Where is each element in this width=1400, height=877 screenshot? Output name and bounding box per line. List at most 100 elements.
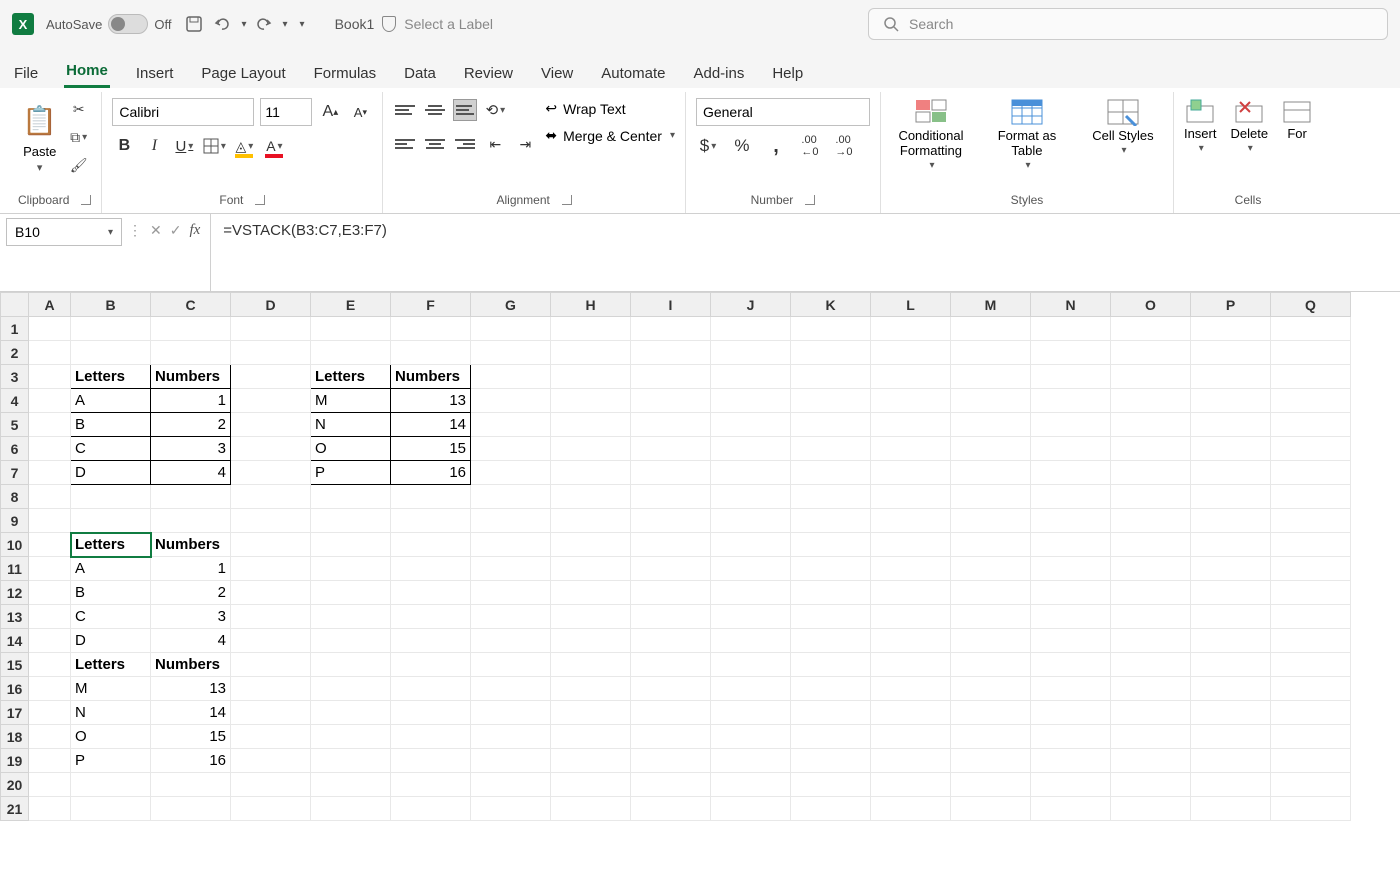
cell[interactable] (1271, 557, 1351, 581)
cell[interactable] (1191, 581, 1271, 605)
cell[interactable] (951, 461, 1031, 485)
cell[interactable] (791, 605, 871, 629)
cell[interactable] (231, 629, 311, 653)
cell[interactable] (311, 341, 391, 365)
cell[interactable] (1031, 797, 1111, 821)
cell[interactable]: Numbers (151, 365, 231, 389)
cell[interactable] (871, 653, 951, 677)
dialog-launcher-icon[interactable] (805, 195, 815, 205)
row-header[interactable]: 10 (1, 533, 29, 557)
cell[interactable] (631, 605, 711, 629)
cell[interactable] (391, 749, 471, 773)
cell[interactable] (471, 389, 551, 413)
cell[interactable]: 14 (391, 413, 471, 437)
redo-caret-icon[interactable]: ▾ (283, 19, 288, 30)
cell[interactable] (1271, 797, 1351, 821)
cell[interactable]: 13 (391, 389, 471, 413)
tab-automate[interactable]: Automate (599, 59, 667, 88)
cell[interactable] (551, 557, 631, 581)
cell[interactable] (1111, 653, 1191, 677)
cell[interactable] (711, 653, 791, 677)
cell[interactable] (1191, 701, 1271, 725)
cell[interactable] (791, 701, 871, 725)
cell[interactable]: A (71, 389, 151, 413)
cell[interactable]: C (71, 605, 151, 629)
dialog-launcher-icon[interactable] (562, 195, 572, 205)
cell[interactable] (471, 725, 551, 749)
cell[interactable] (1031, 749, 1111, 773)
cell[interactable] (711, 677, 791, 701)
column-header[interactable]: N (1031, 293, 1111, 317)
cell[interactable]: 16 (391, 461, 471, 485)
cell[interactable] (631, 389, 711, 413)
conditional-formatting-button[interactable]: Conditional Formatting▾ (891, 98, 971, 171)
cell[interactable] (1271, 653, 1351, 677)
cell[interactable] (231, 341, 311, 365)
column-header[interactable]: E (311, 293, 391, 317)
cell[interactable] (29, 437, 71, 461)
cell[interactable] (951, 389, 1031, 413)
cell[interactable] (231, 485, 311, 509)
cell[interactable]: B (71, 581, 151, 605)
cell[interactable] (791, 533, 871, 557)
font-color-button[interactable]: A▾ (262, 134, 286, 158)
cell[interactable] (471, 773, 551, 797)
cell[interactable] (1271, 773, 1351, 797)
cell[interactable] (391, 653, 471, 677)
cell[interactable] (631, 749, 711, 773)
name-box[interactable]: B10 ▾ (6, 218, 122, 246)
cell[interactable] (29, 653, 71, 677)
cell[interactable] (551, 605, 631, 629)
increase-font-icon[interactable]: A▴ (318, 100, 342, 124)
cell[interactable] (951, 557, 1031, 581)
cell[interactable] (551, 317, 631, 341)
cell[interactable] (951, 341, 1031, 365)
cell-styles-button[interactable]: Cell Styles▾ (1083, 98, 1163, 171)
cell[interactable] (1031, 509, 1111, 533)
cell[interactable]: 2 (151, 581, 231, 605)
cell[interactable] (711, 341, 791, 365)
cell[interactable] (231, 581, 311, 605)
cell[interactable] (471, 461, 551, 485)
cell[interactable] (471, 677, 551, 701)
cell[interactable] (711, 365, 791, 389)
cell[interactable] (1031, 461, 1111, 485)
cell[interactable]: D (71, 629, 151, 653)
cell[interactable] (791, 389, 871, 413)
cell[interactable] (1111, 797, 1191, 821)
cell[interactable] (311, 773, 391, 797)
cell[interactable] (1111, 461, 1191, 485)
cell[interactable] (1111, 557, 1191, 581)
cell[interactable]: 4 (151, 461, 231, 485)
cell[interactable] (711, 437, 791, 461)
cancel-icon[interactable]: ✕ (150, 222, 162, 239)
row-header[interactable]: 3 (1, 365, 29, 389)
cell[interactable]: C (71, 437, 151, 461)
cell[interactable] (1111, 749, 1191, 773)
dialog-launcher-icon[interactable] (81, 195, 91, 205)
qat-customize-icon[interactable]: ▾ (300, 19, 305, 30)
cell[interactable] (391, 557, 471, 581)
cell[interactable] (951, 581, 1031, 605)
cell[interactable] (871, 629, 951, 653)
cell[interactable] (551, 437, 631, 461)
cell[interactable] (791, 653, 871, 677)
cell[interactable] (1111, 773, 1191, 797)
cell[interactable] (551, 677, 631, 701)
cell[interactable] (551, 389, 631, 413)
cell[interactable] (1191, 677, 1271, 701)
chevron-down-icon[interactable]: ▾ (108, 227, 113, 238)
cell[interactable] (391, 605, 471, 629)
cell[interactable] (711, 629, 791, 653)
cell[interactable] (311, 701, 391, 725)
tab-review[interactable]: Review (462, 59, 515, 88)
cell[interactable]: 14 (151, 701, 231, 725)
cell[interactable] (791, 677, 871, 701)
cell[interactable] (631, 797, 711, 821)
cell[interactable] (1271, 533, 1351, 557)
row-header[interactable]: 5 (1, 413, 29, 437)
cell[interactable] (711, 749, 791, 773)
cell[interactable] (1031, 725, 1111, 749)
cell[interactable] (631, 485, 711, 509)
cell[interactable] (631, 413, 711, 437)
